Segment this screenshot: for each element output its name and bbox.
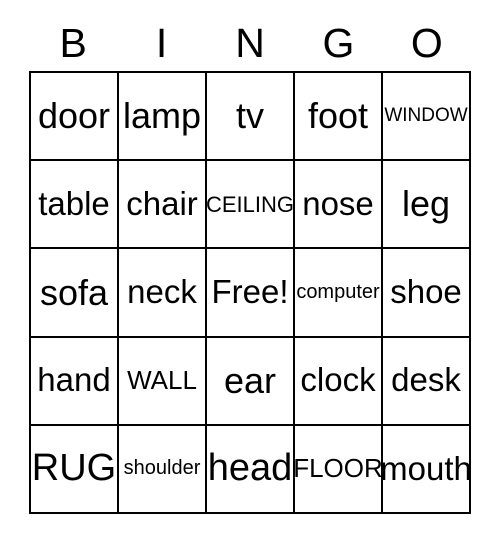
bingo-cell-label: neck: [127, 273, 197, 311]
bingo-header-letter-n: N: [235, 20, 265, 66]
bingo-cell-r5c2[interactable]: shoulder: [119, 425, 207, 514]
bingo-cell-label: head: [207, 446, 293, 489]
bingo-cell-label: tv: [235, 95, 264, 137]
bingo-cell-label: CEILING: [207, 191, 295, 217]
bingo-cell-r5c5[interactable]: mouth: [383, 425, 471, 514]
bingo-cell-r1c1[interactable]: door: [31, 73, 119, 162]
bingo-cell-r2c3[interactable]: CEILING: [207, 161, 295, 250]
bingo-cell-label: computer: [296, 280, 380, 303]
bingo-cell-r5c3[interactable]: head: [207, 425, 295, 514]
bingo-cell-r4c4[interactable]: clock: [295, 337, 383, 426]
bingo-header-letter-o: O: [410, 20, 443, 66]
bingo-cell-label: ear: [223, 359, 277, 401]
bingo-cell-label: shoe: [390, 273, 462, 311]
bingo-cell-label: clock: [300, 361, 376, 399]
bingo-cell-label: table: [38, 184, 110, 222]
bingo-cell-label: FLOOR: [295, 453, 383, 484]
bingo-cell-r2c2[interactable]: chair: [119, 161, 207, 250]
bingo-cell-label: chair: [126, 184, 198, 222]
bingo-cell-label: sofa: [39, 271, 109, 313]
bingo-cell-r4c2[interactable]: WALL: [119, 337, 207, 426]
bingo-cell-r1c5[interactable]: WINDOW: [383, 73, 471, 162]
bingo-header-letter-g: G: [322, 20, 355, 66]
bingo-cell-r3c2[interactable]: neck: [119, 249, 207, 338]
bingo-cell-r1c4[interactable]: foot: [295, 73, 383, 162]
bingo-cell-free-space[interactable]: Free!: [207, 249, 295, 338]
bingo-cell-r1c3[interactable]: tv: [207, 73, 295, 162]
bingo-cell-label: WALL: [127, 365, 197, 396]
bingo-cell-label: door: [37, 95, 111, 137]
bingo-cell-r3c1[interactable]: sofa: [31, 249, 119, 338]
bingo-cell-r4c3[interactable]: ear: [207, 337, 295, 426]
bingo-cell-r2c5[interactable]: leg: [383, 161, 471, 250]
bingo-cell-r5c4[interactable]: FLOOR: [295, 425, 383, 514]
bingo-header-row: B I N G O: [29, 16, 471, 71]
bingo-cell-label: WINDOW: [384, 105, 468, 127]
bingo-cell-r3c4[interactable]: computer: [295, 249, 383, 338]
bingo-cell-r2c4[interactable]: nose: [295, 161, 383, 250]
bingo-cell-label: foot: [307, 95, 369, 137]
bingo-cell-label: RUG: [31, 446, 117, 489]
bingo-cell-label: lamp: [122, 95, 202, 137]
bingo-cell-r3c5[interactable]: shoe: [383, 249, 471, 338]
bingo-cell-r1c2[interactable]: lamp: [119, 73, 207, 162]
bingo-cell-r5c1[interactable]: RUG: [31, 425, 119, 514]
bingo-cell-label: leg: [401, 183, 451, 225]
bingo-cell-label: Free!: [211, 273, 289, 311]
bingo-cell-r4c1[interactable]: hand: [31, 337, 119, 426]
bingo-grid: door lamp tv foot WINDOW table chair CEI…: [29, 71, 471, 514]
bingo-cell-label: desk: [391, 361, 461, 399]
bingo-cell-r4c5[interactable]: desk: [383, 337, 471, 426]
bingo-cell-label: nose: [302, 184, 374, 222]
bingo-cell-label: mouth: [383, 449, 471, 487]
bingo-cell-r2c1[interactable]: table: [31, 161, 119, 250]
bingo-cell-label: hand: [37, 361, 111, 399]
bingo-cell-label: shoulder: [123, 457, 201, 480]
bingo-card: B I N G O door lamp tv foot WINDOW table…: [0, 0, 500, 544]
bingo-header-letter-b: B: [59, 20, 87, 66]
bingo-header-letter-i: I: [155, 20, 168, 66]
